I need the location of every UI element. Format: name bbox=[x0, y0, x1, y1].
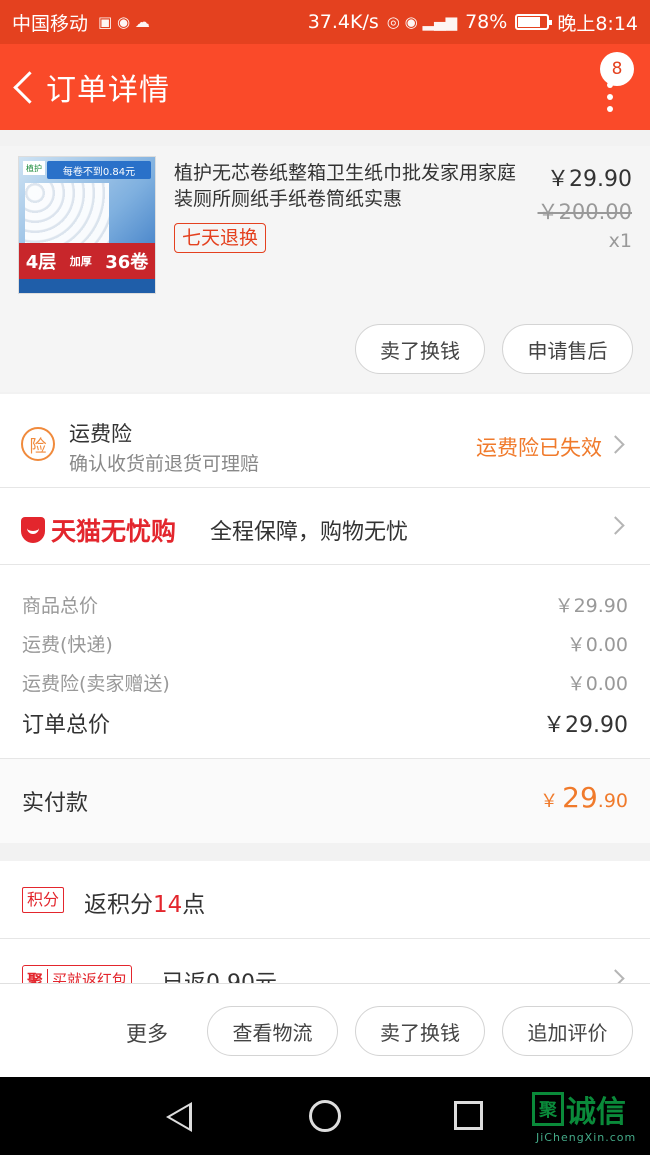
points-row: 积分 返积分14点 bbox=[0, 861, 650, 938]
after-sale-button[interactable]: 申请售后 bbox=[502, 324, 633, 374]
payment-decimal: .90 bbox=[597, 790, 628, 812]
chevron-right-icon bbox=[606, 969, 625, 983]
back-arrow-icon[interactable] bbox=[2, 44, 46, 130]
points-suffix: 点 bbox=[182, 892, 206, 918]
view-logistics-button[interactable]: 查看物流 bbox=[207, 1006, 338, 1056]
image-thick: 加厚 bbox=[69, 255, 92, 268]
points-text: 返积分14点 bbox=[84, 885, 205, 919]
image-layers: 4层 bbox=[25, 252, 57, 273]
image-promo-band: 4层 加厚 36卷 bbox=[19, 243, 155, 279]
add-review-button[interactable]: 追加评价 bbox=[502, 1006, 633, 1056]
order-total-value: ￥29.90 bbox=[543, 713, 628, 738]
watermark-main: 诚信 bbox=[566, 1095, 626, 1130]
watermark-sub: JiChengXin.com bbox=[536, 1131, 637, 1144]
bottom-action-bar: 更多 查看物流 卖了换钱 追加评价 bbox=[0, 983, 650, 1077]
chevron-right-icon bbox=[606, 516, 625, 535]
summary-value: ￥0.00 bbox=[566, 673, 628, 695]
tmall-logo: 天猫无忧购 bbox=[21, 512, 176, 548]
image-rolls: 36卷 bbox=[105, 252, 149, 273]
original-price: ￥200.00 bbox=[537, 200, 632, 224]
order-total-label: 订单总价 bbox=[22, 713, 111, 738]
summary-value: ￥0.00 bbox=[566, 634, 628, 656]
image-footer bbox=[19, 279, 155, 293]
tmall-description: 全程保障，购物无忧 bbox=[210, 520, 409, 545]
points-number: 14 bbox=[153, 892, 183, 918]
summary-label: 商品总价 bbox=[22, 595, 99, 617]
price-summary: 商品总价 ￥29.90 运费(快递) ￥0.00 运费险(卖家赠送) ￥0.00… bbox=[0, 565, 650, 759]
actual-payment-label: 实付款 bbox=[22, 791, 89, 816]
carrier-label: 中国移动 bbox=[12, 12, 89, 35]
product-title[interactable]: 植护无芯卷纸整箱卫生纸巾批发家用家庭装厕所厕纸手纸卷筒纸实惠 bbox=[174, 160, 522, 212]
sell-button-bottom[interactable]: 卖了换钱 bbox=[355, 1006, 485, 1056]
more-menu-icon[interactable] bbox=[606, 82, 614, 120]
red-packet-tag-text: 买就返红包 bbox=[47, 968, 132, 983]
battery-percent: 78% bbox=[465, 11, 508, 33]
red-packet-text: 已返0.90元 bbox=[162, 965, 277, 983]
more-button[interactable]: 更多 bbox=[126, 1018, 168, 1048]
summary-value: ￥29.90 bbox=[554, 595, 628, 617]
notification-icons: ▣ ◉ ☁ bbox=[98, 13, 150, 31]
points-tag: 积分 bbox=[22, 887, 65, 913]
chevron-right-icon bbox=[606, 435, 625, 454]
red-packet-tag-main: 聚 bbox=[23, 967, 48, 983]
product-price: ￥29.90 bbox=[547, 167, 632, 192]
points-prefix: 返积分 bbox=[84, 892, 153, 918]
insurance-icon: 险 bbox=[21, 427, 55, 461]
red-packet-tag: 聚 买就返红包 bbox=[22, 965, 133, 983]
shipping-insurance-row[interactable]: 险 运费险 确认收货前退货可理赔 运费险已失效 bbox=[0, 394, 650, 487]
actual-payment-value: ￥ 29 .90 bbox=[540, 781, 628, 814]
currency-symbol: ￥ bbox=[540, 791, 559, 812]
return-policy-tag: 七天退换 bbox=[174, 223, 267, 253]
summary-label: 运费(快递) bbox=[22, 634, 113, 656]
insurance-status: 运费险已失效 bbox=[476, 436, 602, 460]
summary-label: 运费险(卖家赠送) bbox=[22, 673, 170, 695]
red-packet-row[interactable]: 聚 买就返红包 已返0.90元 bbox=[0, 939, 650, 983]
order-total-row: 订单总价 ￥29.90 bbox=[22, 707, 628, 739]
summary-row: 商品总价 ￥29.90 bbox=[22, 591, 628, 618]
payment-integer: 29 bbox=[562, 781, 598, 814]
tmall-logo-text: 天猫无忧购 bbox=[51, 517, 177, 546]
watermark-logo: 聚 诚信 JiChengXin.com bbox=[532, 1079, 646, 1151]
actual-payment-row: 实付款 ￥ 29 .90 bbox=[0, 759, 650, 843]
insurance-title: 运费险 bbox=[69, 422, 132, 446]
brand-logo-icon: 植护 bbox=[23, 161, 45, 175]
watermark-box: 聚 bbox=[532, 1092, 564, 1126]
sell-button[interactable]: 卖了换钱 bbox=[355, 324, 485, 374]
system-recent-apps-icon[interactable] bbox=[454, 1101, 483, 1130]
page-title: 订单详情 bbox=[46, 73, 170, 108]
summary-row: 运费(快递) ￥0.00 bbox=[22, 630, 628, 657]
signal-icons: ◎ ◉ ▂▄▆ bbox=[386, 13, 458, 31]
system-navigation-bar: 聚 诚信 JiChengXin.com bbox=[0, 1077, 650, 1155]
message-count-badge[interactable]: 8 bbox=[600, 52, 634, 86]
tmall-guarantee-row[interactable]: 天猫无忧购 全程保障，购物无忧 bbox=[0, 488, 650, 564]
product-image[interactable]: 植护 每卷不到0.84元 4层 加厚 36卷 bbox=[18, 156, 156, 294]
product-quantity: x1 bbox=[608, 230, 632, 252]
tmall-shield-icon bbox=[21, 517, 45, 543]
navigation-bar: 订单详情 8 bbox=[0, 44, 650, 130]
system-home-icon[interactable] bbox=[309, 1100, 341, 1132]
clock: 晚上8:14 bbox=[557, 12, 638, 35]
image-banner: 每卷不到0.84元 bbox=[47, 161, 151, 179]
network-speed: 37.4K/s bbox=[307, 11, 379, 33]
system-back-icon[interactable] bbox=[166, 1102, 192, 1132]
product-card[interactable]: 植护 每卷不到0.84元 4层 加厚 36卷 植护无芯卷纸整箱卫生纸巾批发家用家… bbox=[0, 146, 650, 392]
insurance-subtitle: 确认收货前退货可理赔 bbox=[69, 453, 260, 475]
battery-icon bbox=[515, 14, 553, 30]
summary-row: 运费险(卖家赠送) ￥0.00 bbox=[22, 669, 628, 696]
status-bar: 中国移动 ▣ ◉ ☁ 37.4K/s ◎ ◉ ▂▄▆ 78% 晚上8:14 bbox=[0, 0, 650, 44]
